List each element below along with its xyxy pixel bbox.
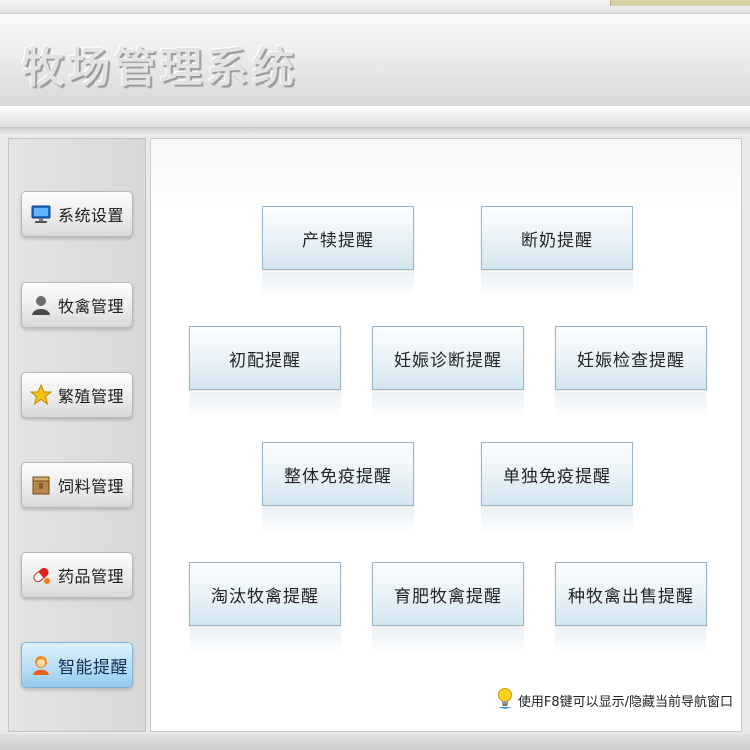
bottom-strip bbox=[0, 734, 750, 750]
sidebar-item-label: 饲料管理 bbox=[58, 477, 125, 496]
button-label: 整体免疫提醒 bbox=[284, 466, 392, 487]
button-reflection bbox=[555, 392, 707, 418]
button-label: 育肥牧禽提醒 bbox=[394, 586, 502, 607]
weaning-reminder-button[interactable]: 断奶提醒 bbox=[481, 206, 633, 270]
sidebar-item-breeding[interactable]: 繁殖管理 bbox=[21, 372, 133, 418]
box-icon bbox=[30, 474, 52, 496]
button-label: 种牧禽出售提醒 bbox=[568, 586, 694, 607]
first-mating-reminder-button[interactable]: 初配提醒 bbox=[189, 326, 341, 390]
button-reflection bbox=[262, 508, 414, 534]
sidebar-item-feed[interactable]: 饲料管理 bbox=[21, 462, 133, 508]
button-reflection bbox=[262, 272, 414, 298]
button-label: 初配提醒 bbox=[229, 350, 301, 371]
fattening-reminder-button[interactable]: 育肥牧禽提醒 bbox=[372, 562, 524, 626]
star-icon bbox=[30, 384, 52, 406]
calving-reminder-button[interactable]: 产犊提醒 bbox=[262, 206, 414, 270]
user-icon bbox=[30, 294, 52, 316]
button-reflection bbox=[189, 392, 341, 418]
top-accent-bar bbox=[610, 0, 750, 6]
sidebar-item-livestock[interactable]: 牧禽管理 bbox=[21, 282, 133, 328]
button-reflection bbox=[481, 272, 633, 298]
button-label: 单独免疫提醒 bbox=[503, 466, 611, 487]
button-reflection bbox=[555, 628, 707, 654]
button-reflection bbox=[372, 628, 524, 654]
pregnancy-check-reminder-button[interactable]: 妊娠检查提醒 bbox=[555, 326, 707, 390]
sidebar-item-label: 药品管理 bbox=[58, 567, 125, 586]
sidebar-item-label: 系统设置 bbox=[58, 206, 125, 225]
individual-immunization-reminder-button[interactable]: 单独免疫提醒 bbox=[481, 442, 633, 506]
sidebar: 系统设置 牧禽管理 繁殖管理 饲料管理 药品管理 智能提醒 bbox=[8, 138, 146, 732]
culling-reminder-button[interactable]: 淘汰牧禽提醒 bbox=[189, 562, 341, 626]
button-label: 妊娠诊断提醒 bbox=[394, 350, 502, 371]
app-title: 牧场管理系统 bbox=[22, 43, 299, 92]
button-reflection bbox=[372, 392, 524, 418]
app-header: 牧场管理系统 bbox=[0, 14, 750, 106]
group-immunization-reminder-button[interactable]: 整体免疫提醒 bbox=[262, 442, 414, 506]
sidebar-item-system-settings[interactable]: 系统设置 bbox=[21, 191, 133, 237]
button-label: 断奶提醒 bbox=[521, 230, 593, 251]
button-label: 妊娠检查提醒 bbox=[577, 350, 685, 371]
header-separator-lower bbox=[0, 128, 750, 136]
breeding-stock-sale-reminder-button[interactable]: 种牧禽出售提醒 bbox=[555, 562, 707, 626]
hint-text: 使用F8键可以显示/隐藏当前导航窗口 bbox=[517, 694, 733, 710]
button-reflection bbox=[189, 628, 341, 654]
button-label: 产犊提醒 bbox=[302, 230, 374, 251]
pill-icon bbox=[30, 564, 52, 586]
reminder-panel: 产犊提醒 断奶提醒 初配提醒 妊娠诊断提醒 妊娠检查提醒 整体免疫提醒 单独免疫… bbox=[150, 138, 742, 732]
sidebar-item-label: 繁殖管理 bbox=[58, 387, 125, 406]
assistant-icon bbox=[30, 654, 52, 676]
pregnancy-diagnosis-reminder-button[interactable]: 妊娠诊断提醒 bbox=[372, 326, 524, 390]
navigation-hint: 使用F8键可以显示/隐藏当前导航窗口 bbox=[496, 687, 733, 713]
top-strip bbox=[0, 0, 750, 14]
monitor-icon bbox=[30, 203, 52, 225]
sidebar-item-medicine[interactable]: 药品管理 bbox=[21, 552, 133, 598]
sidebar-item-label: 牧禽管理 bbox=[58, 297, 125, 316]
lightbulb-icon bbox=[496, 687, 514, 713]
button-reflection bbox=[481, 508, 633, 534]
sidebar-item-label: 智能提醒 bbox=[58, 657, 128, 678]
button-label: 淘汰牧禽提醒 bbox=[211, 586, 319, 607]
sidebar-item-smart-reminder[interactable]: 智能提醒 bbox=[21, 642, 133, 688]
header-separator bbox=[0, 106, 750, 128]
